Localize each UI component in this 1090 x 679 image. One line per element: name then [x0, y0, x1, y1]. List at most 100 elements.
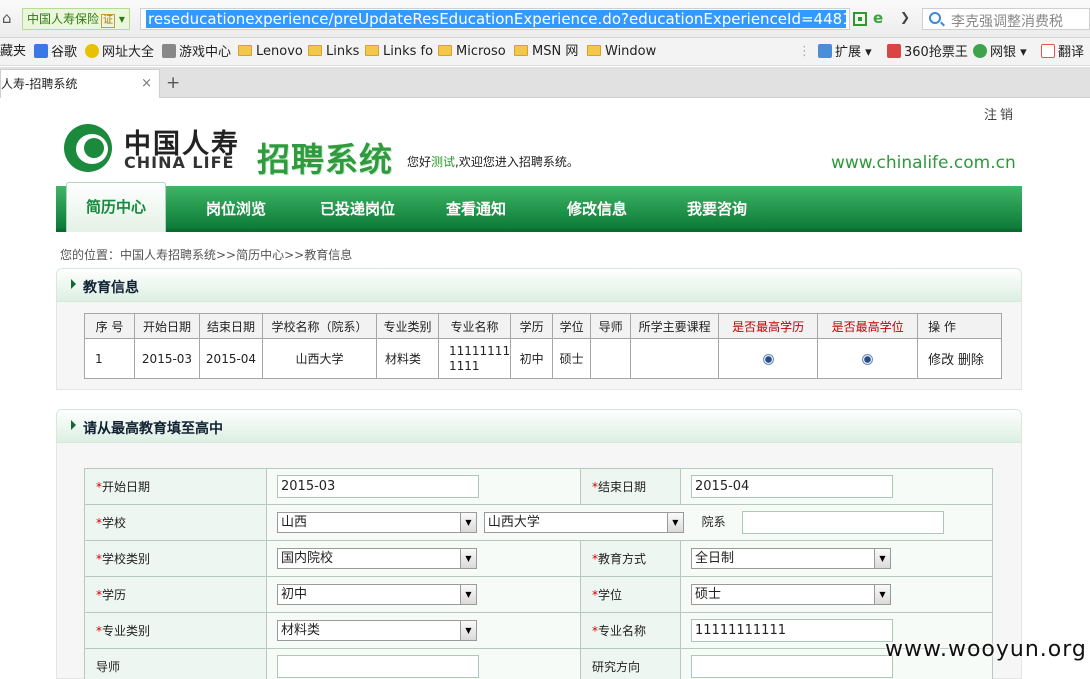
- chevron-down-icon: ▼: [460, 549, 476, 568]
- google-icon: [34, 44, 48, 58]
- start-date-input[interactable]: 2015-03: [277, 475, 479, 498]
- form-row: *学历 初中 ▼ *学位 硕士 ▼: [84, 576, 993, 613]
- label-school: *学校: [84, 504, 267, 541]
- ticket-extension[interactable]: 360抢票王: [887, 44, 968, 61]
- start-date-cell: 2015-03: [266, 468, 581, 505]
- form-row: *开始日期 2015-03 *结束日期 2015-04: [84, 468, 993, 505]
- favorites-folder-microsoft[interactable]: Microso: [438, 44, 506, 60]
- school-type-select[interactable]: 国内院校 ▼: [277, 548, 477, 569]
- edu-level-cell: 初中 ▼: [266, 576, 581, 613]
- table-row: 1 2015-03 2015-04 山西大学 材料类 11111111 1111 …: [84, 338, 1003, 379]
- label-end-date: *结束日期: [580, 468, 681, 505]
- search-input[interactable]: 李克强调整消费税: [922, 8, 1090, 30]
- department-input[interactable]: [741, 511, 944, 534]
- research-input[interactable]: [691, 655, 893, 678]
- province-select[interactable]: 山西 ▼: [277, 512, 477, 533]
- end-date-input[interactable]: 2015-04: [691, 475, 893, 498]
- delete-link[interactable]: 删除: [958, 353, 984, 368]
- search-icon[interactable]: [929, 12, 941, 24]
- label-edu-mode: *教育方式: [580, 540, 681, 577]
- tutor-input[interactable]: [277, 655, 479, 678]
- edu-mode-select[interactable]: 全日制 ▼: [691, 548, 891, 569]
- yen-icon: [973, 44, 987, 58]
- breadcrumb: 您的位置：中国人寿招聘系统>>简历中心>>教育信息: [60, 248, 353, 262]
- tab-recruitment[interactable]: 人寿-招聘系统 ×: [0, 69, 160, 98]
- close-icon[interactable]: ×: [141, 70, 152, 98]
- navigation-icon: [85, 44, 99, 58]
- row-highest-edu: [718, 338, 819, 379]
- bank-extension[interactable]: 网银 ▾: [973, 44, 1027, 61]
- favorites-folder-links[interactable]: Links: [308, 44, 359, 60]
- grid-icon: [818, 44, 832, 58]
- label-tutor: 导师: [84, 648, 267, 679]
- chevron-down-icon[interactable]: ❯: [900, 10, 916, 28]
- end-date-cell: 2015-04: [680, 468, 993, 505]
- translate-icon: [1041, 44, 1055, 58]
- nav-item-notices[interactable]: 查看通知: [446, 186, 506, 232]
- form-row: *学校 山西 ▼ 山西大学 ▼ 院系: [84, 504, 993, 541]
- favorites-folder-lenovo[interactable]: Lenovo: [238, 44, 303, 60]
- education-form: *开始日期 2015-03 *结束日期 2015-04 *学校 山西 ▼ 山西大学…: [84, 468, 993, 679]
- label-research: 研究方向: [580, 648, 681, 679]
- label-major-type: *专业类别: [84, 612, 267, 649]
- major-type-cell: 材料类 ▼: [266, 612, 581, 649]
- column-header: 操 作: [917, 313, 1003, 339]
- site-name: 中国人寿保险: [27, 12, 100, 26]
- extensions-button[interactable]: 扩展 ▾: [818, 44, 872, 61]
- edit-link[interactable]: 修改: [928, 353, 954, 368]
- favorites-bar: 藏夹 谷歌 网址大全 游戏中心 Lenovo Links Links fo Mi…: [0, 38, 1090, 66]
- row-school: 山西大学: [262, 338, 377, 379]
- ie-mode-icon[interactable]: e: [873, 9, 883, 27]
- folder-icon: [438, 45, 452, 56]
- favorites-folder-windows[interactable]: Window: [587, 44, 656, 60]
- school-select[interactable]: 山西大学 ▼: [483, 512, 684, 533]
- form-row: 导师 研究方向: [84, 648, 993, 679]
- nav-item-consult[interactable]: 我要咨询: [687, 186, 747, 232]
- highest-edu-radio[interactable]: [762, 353, 774, 365]
- department-label: 院系: [701, 515, 726, 529]
- nav-item-job-browse[interactable]: 岗位浏览: [206, 186, 266, 232]
- logo-english-text: CHINA LIFE: [124, 153, 235, 172]
- favorites-folder-msn[interactable]: MSN 网: [514, 44, 578, 60]
- china-life-logo: [64, 124, 112, 172]
- tab-title: 人寿-招聘系统: [1, 77, 78, 91]
- major-type-select[interactable]: 材料类 ▼: [277, 620, 477, 641]
- favorites-item[interactable]: 藏夹: [0, 44, 26, 60]
- folder-icon: [365, 45, 379, 56]
- nav-item-edit-info[interactable]: 修改信息: [567, 186, 627, 232]
- favorites-item-hao123[interactable]: 网址大全: [85, 44, 154, 61]
- highest-degree-radio[interactable]: [862, 353, 874, 365]
- new-tab-button[interactable]: +: [166, 73, 180, 93]
- favorites-folder-links-fo[interactable]: Links fo: [365, 44, 433, 60]
- logout-link[interactable]: 注销: [984, 104, 1016, 123]
- edu-level-select[interactable]: 初中 ▼: [277, 584, 477, 605]
- nav-item-applied-jobs[interactable]: 已投递岗位: [320, 186, 395, 232]
- qr-code-icon[interactable]: [853, 12, 867, 26]
- welcome-message: 您好测试,欢迎您进入招聘系统。: [407, 155, 579, 169]
- section-title: 请从最高教育填至高中: [83, 421, 223, 437]
- site-cert-badge[interactable]: 中国人寿保险证 ▾: [22, 8, 130, 30]
- row-end-date: 2015-04: [199, 338, 263, 379]
- favorites-item-google[interactable]: 谷歌: [34, 44, 77, 61]
- column-header: 是否最高学位: [817, 313, 919, 339]
- site-url[interactable]: www.chinalife.com.cn: [831, 153, 1016, 173]
- cert-mark: 证: [101, 14, 116, 28]
- ticket-icon: [887, 44, 901, 58]
- arrow-right-icon: [71, 420, 76, 430]
- username: 测试: [431, 155, 456, 169]
- nav-item-resume-center[interactable]: 简历中心: [66, 182, 166, 232]
- toolbar-divider: ⋮: [798, 44, 811, 59]
- translate-extension[interactable]: 翻译: [1041, 44, 1084, 61]
- column-header: 专业类别: [376, 313, 439, 339]
- major-name-input[interactable]: 11111111111: [691, 619, 893, 642]
- label-degree: *学位: [580, 576, 681, 613]
- folder-icon: [308, 45, 322, 56]
- degree-cell: 硕士 ▼: [680, 576, 993, 613]
- column-header: 结束日期: [199, 313, 263, 339]
- degree-select[interactable]: 硕士 ▼: [691, 584, 891, 605]
- row-edu-level: 初中: [510, 338, 554, 379]
- gamepad-icon: [162, 44, 176, 58]
- home-icon[interactable]: ⌂: [2, 9, 18, 27]
- url-input[interactable]: reseducationexperience/preUpdateResEduca…: [140, 8, 850, 30]
- favorites-item-games[interactable]: 游戏中心: [162, 44, 231, 61]
